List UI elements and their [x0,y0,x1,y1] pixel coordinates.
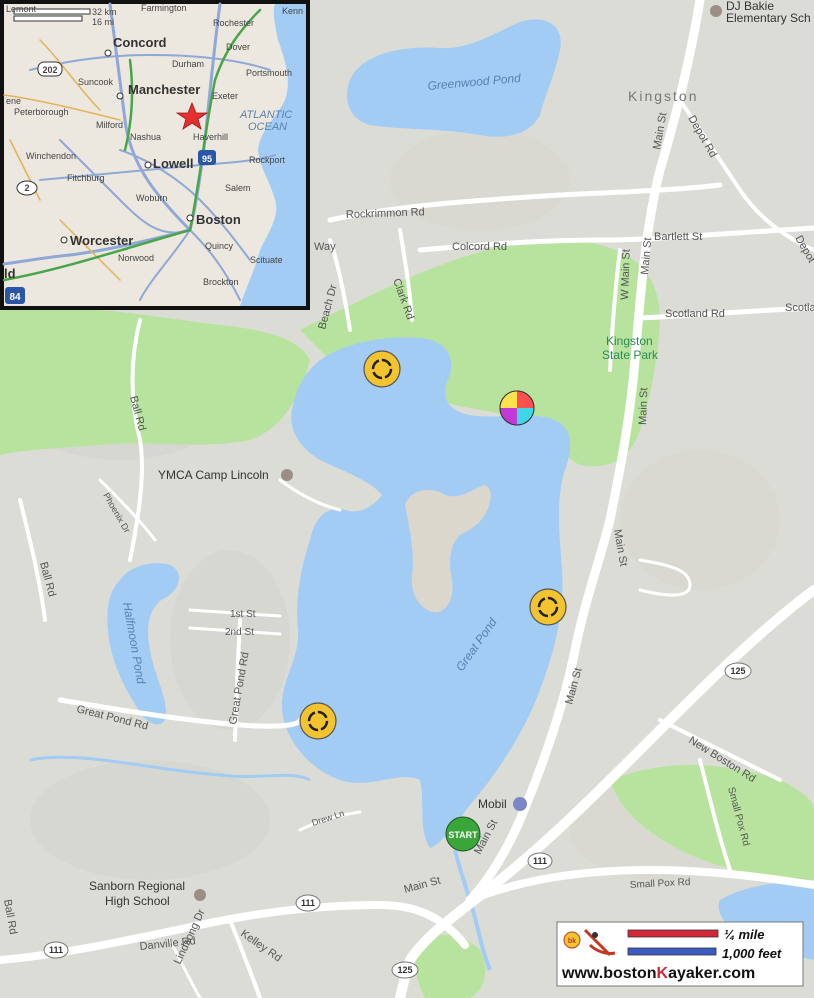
svg-text:ld: ld [4,266,16,281]
svg-text:95: 95 [202,154,212,164]
camp-icon [281,469,293,481]
label-kingston: Kingston [628,88,698,104]
svg-text:Exeter: Exeter [212,91,238,101]
scale-bar-quarter-mile [627,929,719,938]
shield-125-b: 125 [391,961,419,979]
marker-loop-2[interactable] [529,588,567,626]
svg-text:2: 2 [24,183,29,193]
svg-text:Milford: Milford [96,120,123,130]
label-ymca: YMCA Camp Lincoln [158,468,269,482]
svg-text:Peterborough: Peterborough [14,107,69,117]
svg-text:Fitchburg: Fitchburg [67,173,105,183]
svg-text:ene: ene [6,96,21,106]
label-sanborn: Sanborn Regional [89,879,185,893]
svg-text:Nashua: Nashua [130,132,161,142]
inset-ocean-label-2: OCEAN [248,121,287,133]
road-label-bartlett: Bartlett St [654,231,702,243]
svg-text:84: 84 [9,292,21,303]
road-label-main-park: Main St [637,387,650,425]
road-label-scotland: Scotland Rd [665,308,725,320]
road-label-1st: 1st St [230,609,256,620]
inset-shield-84: 84 [5,287,25,304]
svg-text:Quincy: Quincy [205,241,234,251]
svg-text:Farmington: Farmington [141,3,187,13]
gas-station-icon [513,797,527,811]
svg-text:Lemont: Lemont [6,4,37,14]
legend-box: bk ¼ mile 1,000 feet www.bostonKayaker.c… [556,921,804,987]
inset-ocean-label: ATLANTIC [239,109,292,121]
shield-111-a: 111 [527,852,553,870]
svg-text:Rockport: Rockport [249,155,286,165]
inset-city-manchester: Manchester [128,82,200,97]
inset-shield-2: 2 [16,180,38,196]
svg-text:Woburn: Woburn [136,193,167,203]
shield-111-b: 111 [295,894,321,912]
inset-scale-mi: 16 mi [92,17,114,27]
label-mobil: Mobil [478,797,507,811]
marker-loop-1[interactable] [363,350,401,388]
inset-city-concord: Concord [113,35,167,50]
road-label-w-main: W Main St [619,249,633,300]
map-svg: Rockrimmon Rd Colcord Rd Bartlett St Sco… [0,0,814,998]
scale-label-thousand-feet: 1,000 feet [722,946,782,961]
start-marker[interactable]: START [445,816,481,852]
svg-text:125: 125 [730,666,745,676]
inset-city-worcester: Worcester [70,233,133,248]
inset-shield-95: 95 [198,150,216,165]
svg-text:Scituate: Scituate [250,255,283,265]
svg-text:Salem: Salem [225,183,251,193]
svg-text:Dover: Dover [226,42,250,52]
inset-scale-km: 32 km [92,7,117,17]
inset-city-boston: Boston [196,212,241,227]
inset-city-lowell: Lowell [153,156,193,171]
beach-ball-icon[interactable] [499,390,535,426]
svg-text:Haverhill: Haverhill [193,132,228,142]
inset-map: 32 km 16 mi Concord Manchester Lowell Bo… [0,0,310,310]
shield-125-a: 125 [724,662,752,680]
scale-label-quarter-mile: ¼ mile [724,927,764,942]
svg-text:111: 111 [301,898,315,908]
svg-text:Suncook: Suncook [78,77,114,87]
marker-loop-3[interactable] [299,702,337,740]
inset-shield-202: 202 [37,61,63,77]
svg-text:Durham: Durham [172,59,204,69]
road-label-way: Way [314,241,336,253]
scale-bar-thousand-feet [627,947,717,956]
svg-text:Rochester: Rochester [213,18,254,28]
label-dj-bakie-2: Elementary Sch [726,11,811,25]
svg-text:START: START [448,830,478,840]
boston-kayaker-url: www.bostonKayaker.com [561,965,755,982]
label-kingston-state-park-2: State Park [602,348,659,362]
road-label-colcord: Colcord Rd [452,241,507,253]
road-label-scotla: Scotla [785,302,814,314]
sanborn-school-icon [194,889,206,901]
label-kingston-state-park: Kingston [606,334,653,348]
shield-111-c: 111 [43,941,69,959]
svg-text:Portsmouth: Portsmouth [246,68,292,78]
svg-text:Kenn: Kenn [282,6,303,16]
road-label-2nd: 2nd St [225,627,254,638]
svg-text:202: 202 [42,65,57,75]
svg-text:111: 111 [533,856,547,866]
svg-text:Brockton: Brockton [203,277,239,287]
svg-text:Norwood: Norwood [118,253,154,263]
svg-text:125: 125 [397,965,412,975]
map-canvas[interactable]: Rockrimmon Rd Colcord Rd Bartlett St Sco… [0,0,814,998]
svg-text:Winchendon: Winchendon [26,151,76,161]
label-sanborn-2: High School [105,894,170,908]
svg-text:111: 111 [49,945,63,955]
school-icon [710,5,722,17]
svg-text:bk: bk [568,938,576,945]
